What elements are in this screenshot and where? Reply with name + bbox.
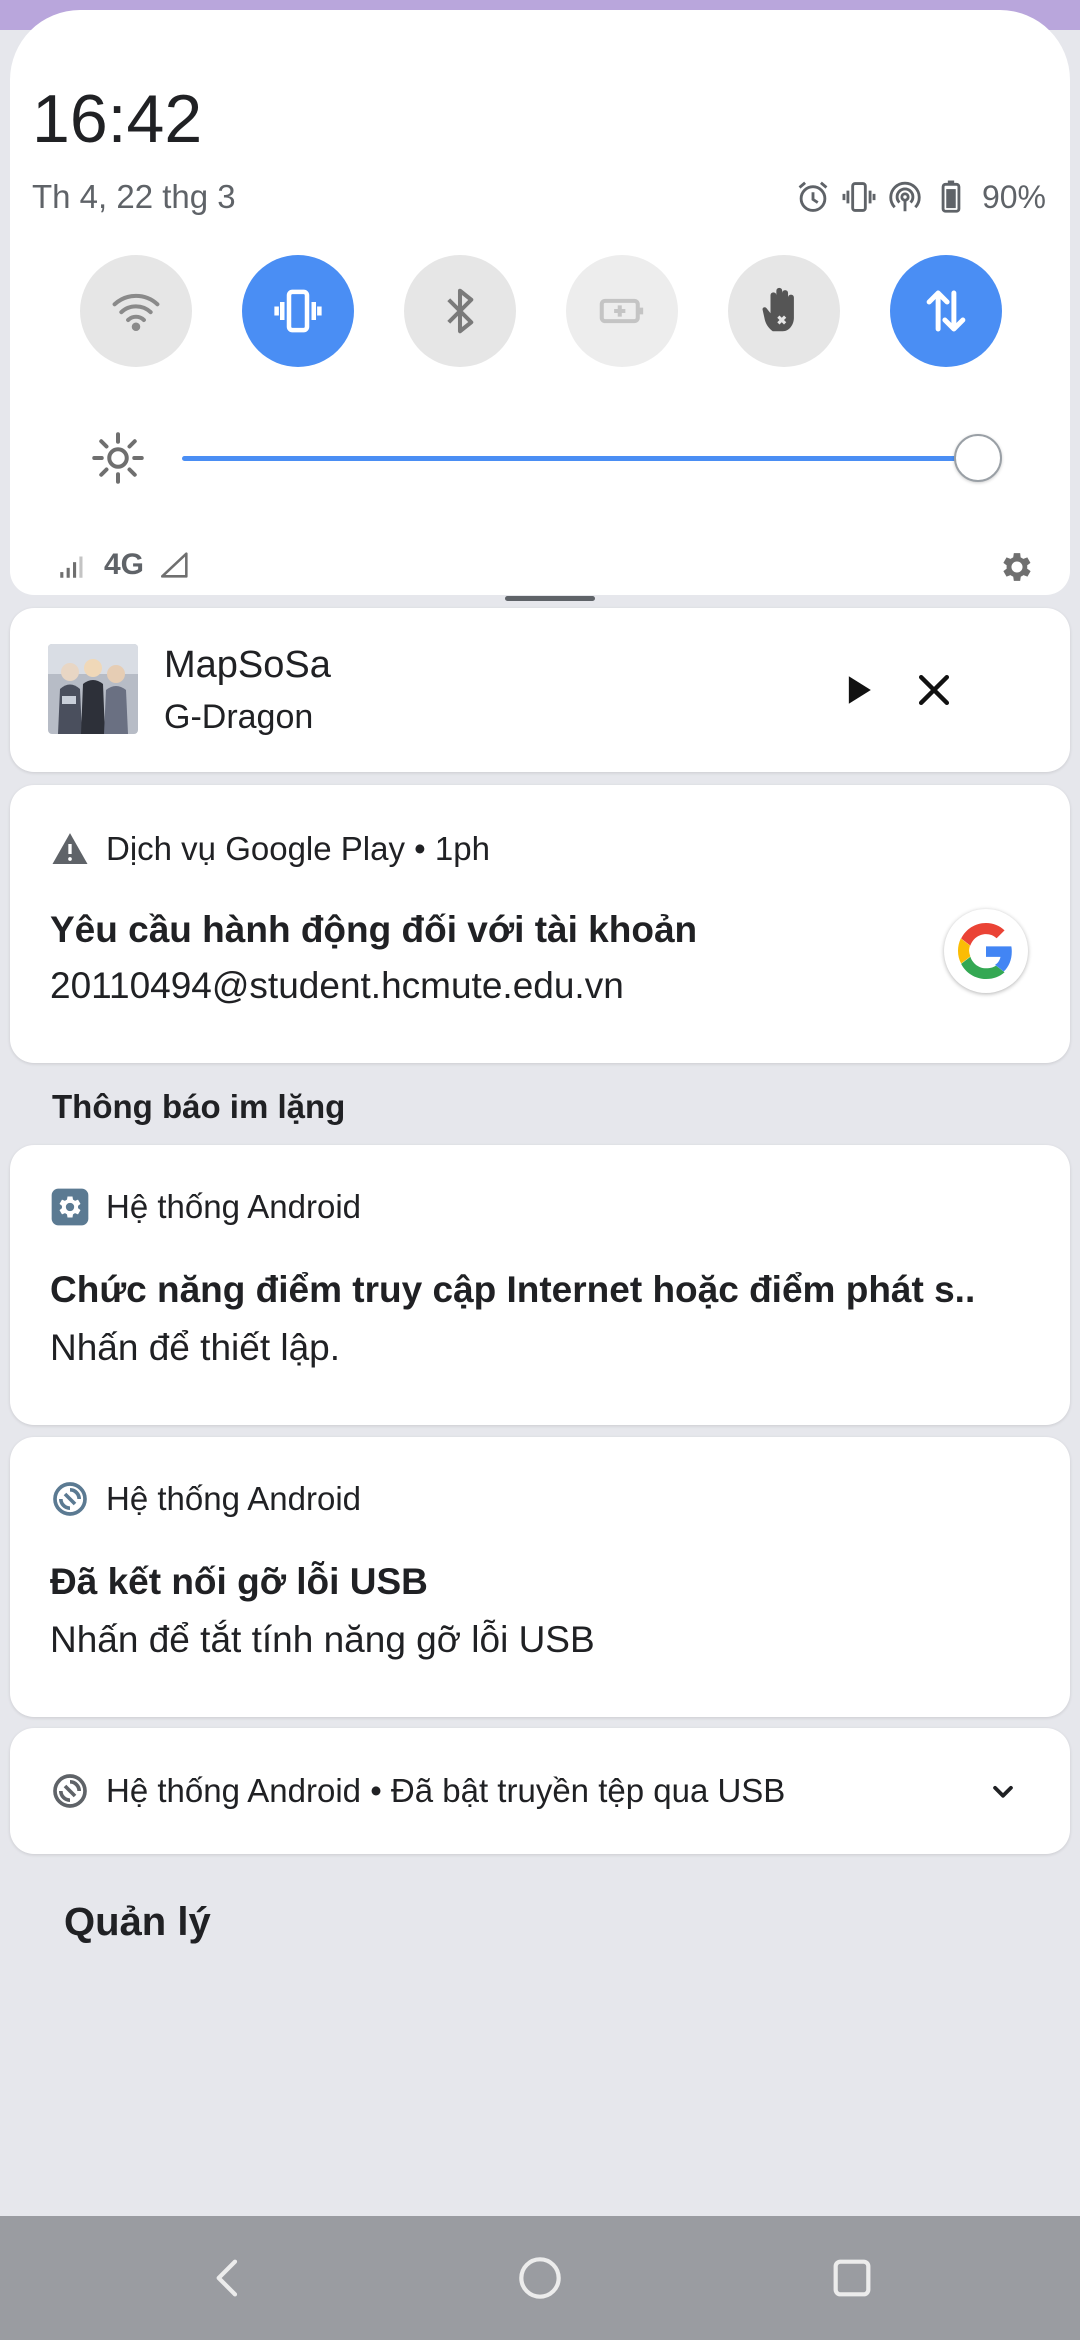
hotspot-icon	[889, 181, 921, 212]
notification-header: Hệ thống Android • Đã bật truyền tệp qua…	[50, 1771, 785, 1811]
close-media-button[interactable]	[904, 660, 964, 720]
wifi-tile[interactable]	[80, 255, 192, 367]
date[interactable]: Th 4, 22 thg 3	[32, 178, 236, 216]
home-button[interactable]	[508, 2246, 572, 2310]
manage-notifications-button[interactable]: Quản lý	[64, 1900, 211, 1945]
mobile-data-icon	[926, 290, 966, 332]
recents-button[interactable]	[820, 2246, 884, 2310]
quick-settings-tiles	[80, 255, 1025, 369]
do-not-disturb-hand-icon	[762, 287, 794, 332]
navigation-bar	[0, 2216, 1080, 2340]
google-play-notification[interactable]: Dịch vụ Google Play • 1ph Yêu cầu hành đ…	[10, 785, 1070, 1063]
notification-app-name: Dịch vụ Google Play • 1ph	[106, 830, 490, 867]
usb-file-transfer-notification[interactable]: Hệ thống Android • Đã bật truyền tệp qua…	[10, 1728, 1070, 1854]
android-system-icon	[53, 1774, 87, 1808]
notification-title: Đã kết nối gỡ lỗi USB	[50, 1561, 428, 1602]
status-icons: 90%	[794, 178, 1046, 216]
warning-icon	[52, 833, 88, 864]
google-g-icon	[958, 923, 1012, 979]
network-row: 4G	[56, 548, 192, 582]
notification-text: Nhấn để thiết lập.	[50, 1327, 341, 1368]
silent-notifications-label: Thông báo im lặng	[52, 1088, 346, 1125]
do-not-disturb-tile[interactable]	[728, 255, 840, 367]
vibrate-icon	[274, 289, 322, 333]
bluetooth-icon	[447, 288, 474, 334]
vibrate-tile[interactable]	[242, 255, 354, 367]
media-artist: G-Dragon	[164, 698, 314, 736]
bluetooth-tile[interactable]	[404, 255, 516, 367]
media-title: MapSoSa	[164, 644, 331, 686]
vibrate-icon	[842, 182, 876, 212]
media-notification[interactable]: MapSoSa G-Dragon	[10, 608, 1070, 772]
battery-icon	[941, 180, 961, 213]
notification-title: Yêu cầu hành động đối với tài khoản	[50, 909, 698, 950]
back-icon	[216, 2259, 238, 2297]
notification-header: Dịch vụ Google Play • 1ph	[50, 829, 490, 869]
notification-header: Hệ thống Android	[50, 1479, 361, 1519]
notification-app-name: Hệ thống Android	[106, 1188, 362, 1225]
close-icon	[918, 674, 950, 706]
notification-title: Chức năng điểm truy cập Internet hoặc đi…	[50, 1269, 976, 1310]
network-type: 4G	[104, 548, 145, 581]
play-button[interactable]	[828, 660, 888, 720]
hotspot-notification[interactable]: Hệ thống Android Chức năng điểm truy cập…	[10, 1145, 1070, 1425]
usb-debugging-notification[interactable]: Hệ thống Android Đã kết nối gỡ lỗi USB N…	[10, 1437, 1070, 1717]
settings-app-icon	[51, 1188, 89, 1226]
notification-header: Hệ thống Android	[50, 1187, 361, 1227]
brightness-slider-track[interactable]	[182, 456, 982, 461]
brightness-slider-thumb[interactable]	[954, 434, 1002, 482]
battery-saver-icon	[599, 298, 644, 324]
battery-saver-tile[interactable]	[566, 255, 678, 367]
brightness-icon	[92, 432, 144, 484]
home-icon	[519, 2257, 561, 2299]
mobile-data-tile[interactable]	[890, 255, 1002, 367]
android-system-icon	[53, 1482, 87, 1516]
google-logo	[944, 909, 1028, 993]
panel-drag-handle[interactable]	[505, 596, 595, 601]
play-icon	[848, 676, 871, 704]
wifi-icon	[112, 293, 160, 332]
signal-icon	[60, 556, 83, 578]
alarm-icon	[798, 181, 828, 212]
back-button[interactable]	[196, 2246, 260, 2310]
expand-chevron-icon[interactable]	[984, 1772, 1022, 1810]
no-sim-signal-icon	[161, 552, 188, 578]
notification-text: Nhấn để tắt tính năng gỡ lỗi USB	[50, 1619, 595, 1660]
quick-settings-panel: 16:42 Th 4, 22 thg 3 90% 4G	[10, 10, 1070, 601]
album-art	[48, 644, 138, 734]
notification-app-name: Hệ thống Android	[106, 1480, 362, 1517]
recents-icon	[833, 2259, 871, 2297]
notification-text: 20110494@student.hcmute.edu.vn	[50, 965, 624, 1006]
settings-gear-icon[interactable]	[998, 548, 1036, 586]
clock[interactable]: 16:42	[32, 80, 202, 158]
notification-summary: Hệ thống Android • Đã bật truyền tệp qua…	[106, 1772, 786, 1809]
battery-percent: 90%	[981, 178, 1046, 215]
